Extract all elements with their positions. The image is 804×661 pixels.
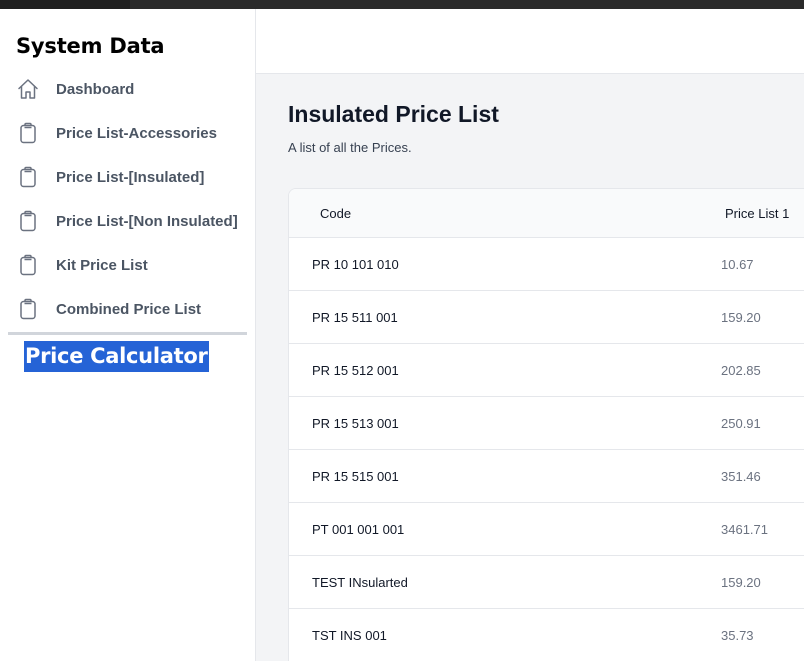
page-subtitle: A list of all the Prices. (288, 140, 412, 155)
sidebar-item-kit-price-list[interactable]: Kit Price List (0, 243, 256, 287)
sidebar-item-label: Kit Price List (56, 256, 148, 274)
top-header-bar (256, 9, 804, 74)
cell-code: TEST INsularted (312, 575, 408, 590)
clipboard-icon (16, 209, 40, 233)
table-row[interactable]: PR 15 515 001 351.46 (289, 450, 804, 503)
table-row[interactable]: PR 15 512 001 202.85 (289, 344, 804, 397)
cell-code: PR 15 515 001 (312, 469, 399, 484)
price-table: Code Price List 1 PR 10 101 010 10.67 PR… (288, 188, 804, 661)
sidebar-nav: Dashboard Price List-Accessories Price L… (0, 67, 256, 331)
window-top-strip (0, 0, 804, 9)
sidebar-divider (8, 332, 247, 335)
cell-code: PT 001 001 001 (312, 522, 405, 537)
clipboard-icon (16, 165, 40, 189)
clipboard-icon (16, 253, 40, 277)
cell-code: PR 15 511 001 (312, 310, 398, 325)
cell-code: PR 15 512 001 (312, 363, 399, 378)
cell-price: 159.20 (721, 310, 761, 325)
sidebar-item-price-list-insulated[interactable]: Price List-[Insulated] (0, 155, 256, 199)
sidebar-item-label: Combined Price List (56, 300, 202, 318)
sidebar-item-price-list-accessories[interactable]: Price List-Accessories (0, 111, 256, 155)
table-header: Code Price List 1 (289, 189, 804, 238)
column-header-price-list-1[interactable]: Price List 1 (725, 206, 789, 221)
sidebar-item-label: Price List-[Insulated] (56, 168, 205, 186)
table-row[interactable]: TEST INsularted 159.20 (289, 556, 804, 609)
sidebar: System Data Dashboard Price List-Accesso… (0, 9, 256, 661)
table-row[interactable]: PR 15 511 001 159.20 (289, 291, 804, 344)
sidebar-item-label: Price List-[Non Insulated] (56, 212, 238, 230)
page-title: Insulated Price List (288, 101, 499, 127)
table-row[interactable]: PT 001 001 001 3461.71 (289, 503, 804, 556)
cell-price: 351.46 (721, 469, 761, 484)
table-row[interactable]: PR 10 101 010 10.67 (289, 238, 804, 291)
cell-code: PR 10 101 010 (312, 257, 399, 272)
sidebar-item-label: Dashboard (56, 80, 135, 98)
cell-price: 10.67 (721, 257, 754, 272)
cell-price: 250.91 (721, 416, 761, 431)
cell-price: 3461.71 (721, 522, 768, 537)
sidebar-item-dashboard[interactable]: Dashboard (0, 67, 256, 111)
sidebar-title: System Data (16, 34, 165, 58)
cell-code: PR 15 513 001 (312, 416, 399, 431)
table-row[interactable]: TST INS 001 35.73 (289, 609, 804, 661)
cell-price: 202.85 (721, 363, 761, 378)
table-row[interactable]: PR 15 513 001 250.91 (289, 397, 804, 450)
clipboard-icon (16, 297, 40, 321)
home-icon (16, 77, 40, 101)
price-calculator-link[interactable]: Price Calculator (24, 341, 209, 372)
sidebar-item-label: Price List-Accessories (56, 124, 217, 142)
cell-code: TST INS 001 (312, 628, 387, 643)
column-header-code[interactable]: Code (320, 206, 351, 221)
clipboard-icon (16, 121, 40, 145)
sidebar-item-price-list-non-insulated[interactable]: Price List-[Non Insulated] (0, 199, 256, 243)
sidebar-item-combined-price-list[interactable]: Combined Price List (0, 287, 256, 331)
cell-price: 159.20 (721, 575, 761, 590)
main-content: Insulated Price List A list of all the P… (256, 74, 804, 661)
window-top-strip-tab (0, 0, 130, 9)
cell-price: 35.73 (721, 628, 754, 643)
